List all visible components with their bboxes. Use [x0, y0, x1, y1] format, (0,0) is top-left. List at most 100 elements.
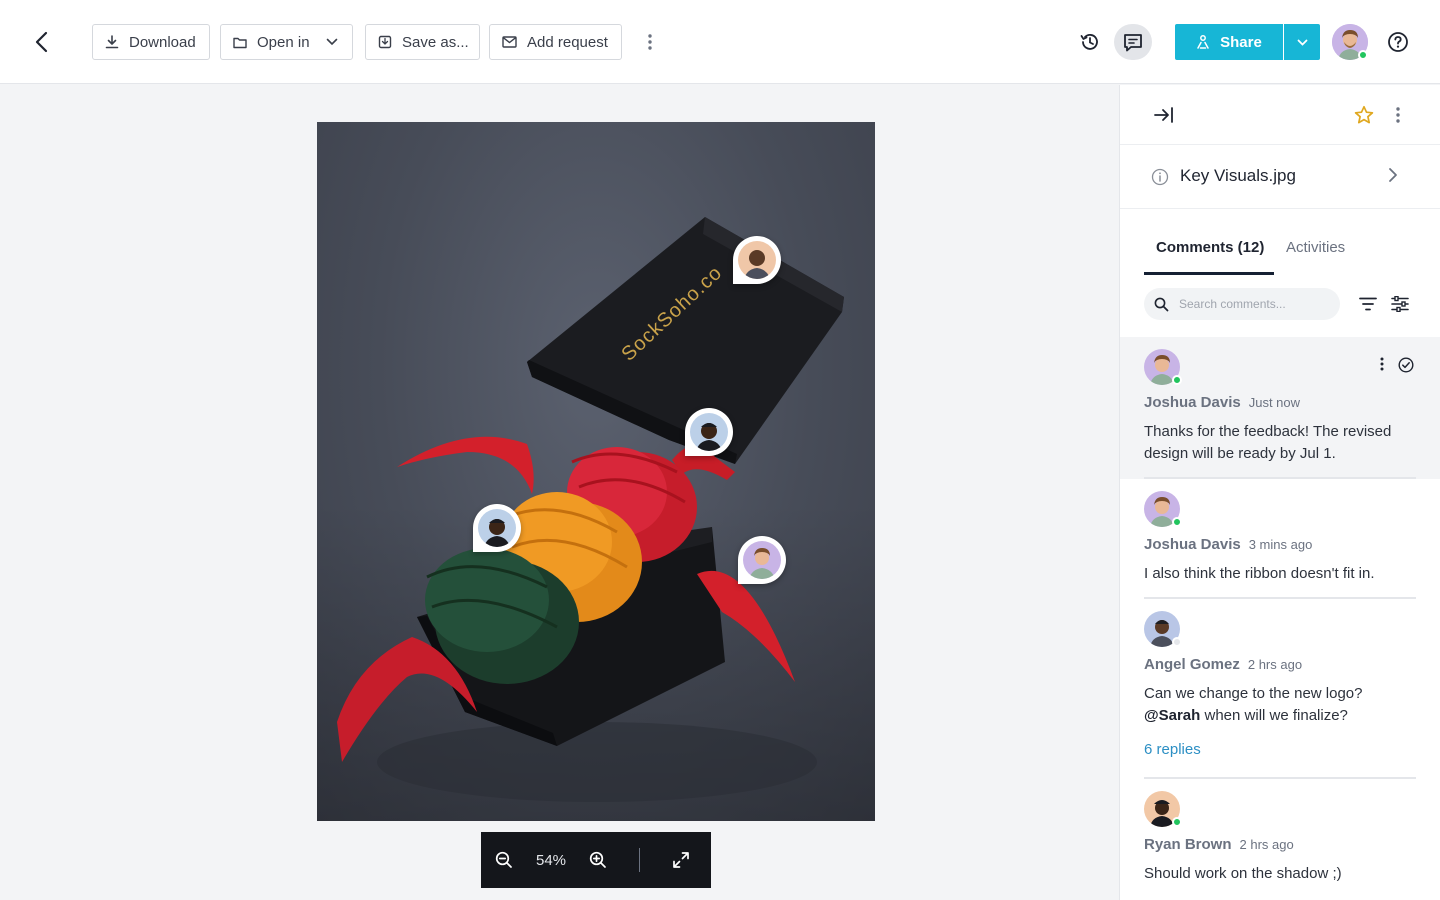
- resolve-comment-button[interactable]: [1398, 357, 1414, 373]
- online-status-dot: [1172, 817, 1182, 827]
- search-input[interactable]: [1179, 297, 1329, 311]
- mail-icon: [502, 36, 517, 48]
- chevron-down-icon: [326, 38, 337, 46]
- more-options-button[interactable]: [638, 30, 662, 54]
- save-icon: [378, 35, 392, 49]
- online-status-dot: [1172, 375, 1182, 385]
- zoom-in-icon: [589, 851, 606, 868]
- comments-panel: Key Visuals.jpg Comments (12) Activities: [1119, 85, 1440, 900]
- comment-time: 3 mins ago: [1248, 537, 1313, 552]
- comment-item[interactable]: Ryan Brown 2 hrs ago Should work on the …: [1120, 779, 1440, 899]
- download-label: Download: [129, 33, 196, 51]
- share-label: Share: [1220, 33, 1262, 51]
- comment-text-line: when will we finalize?: [1200, 707, 1348, 724]
- commenter-avatar[interactable]: [1144, 791, 1182, 827]
- sock-box-illustration: SockSoho.co: [317, 217, 875, 821]
- comment-time: 2 hrs ago: [1239, 837, 1294, 852]
- comment-author: Ryan Brown: [1144, 836, 1232, 853]
- open-in-dropdown[interactable]: Open in: [220, 24, 353, 60]
- panel-more-options-button[interactable]: [1386, 101, 1410, 129]
- comment-pin[interactable]: [733, 236, 781, 284]
- comment-text: Should work on the shadow ;): [1144, 865, 1342, 882]
- back-button[interactable]: [28, 28, 56, 56]
- comment-time: Just now: [1248, 395, 1301, 410]
- file-name: Key Visuals.jpg: [1180, 166, 1296, 185]
- collapse-panel-button[interactable]: [1150, 101, 1178, 129]
- history-icon: [1080, 34, 1098, 50]
- comment-item[interactable]: Joshua Davis Just now Thanks for the fee…: [1120, 337, 1440, 479]
- more-vertical-icon: [648, 34, 652, 50]
- offline-status-dot: [1172, 637, 1182, 647]
- comment-more-button[interactable]: [1380, 357, 1384, 373]
- chevron-down-icon: [1297, 39, 1307, 46]
- panel-tabs: Comments (12) Activities: [1120, 209, 1440, 275]
- comment-text: Thanks for the feedback! The revised des…: [1144, 423, 1392, 462]
- comment-author: Joshua Davis: [1144, 394, 1241, 411]
- mention[interactable]: @Sarah: [1144, 707, 1200, 724]
- sliders-icon: [1391, 296, 1409, 312]
- zoom-controls: 54%: [481, 832, 711, 888]
- comment-settings-button[interactable]: [1388, 292, 1412, 316]
- comment-author: Joshua Davis: [1144, 536, 1241, 553]
- zoom-out-button[interactable]: [481, 832, 527, 888]
- comment-pin[interactable]: [685, 408, 733, 456]
- panel-header: [1120, 85, 1440, 145]
- replies-link[interactable]: 6 replies: [1144, 741, 1201, 758]
- top-toolbar: Download Open in Save as... Add request …: [0, 0, 1440, 84]
- more-vertical-icon: [1380, 357, 1384, 371]
- share-options-dropdown[interactable]: [1284, 24, 1320, 60]
- tab-activities[interactable]: Activities: [1286, 239, 1345, 256]
- angel-gomez-avatar: [738, 241, 776, 279]
- comment-search-box[interactable]: [1144, 288, 1340, 320]
- online-status-dot: [1358, 50, 1368, 60]
- tab-comments[interactable]: Comments (12): [1156, 239, 1264, 256]
- favorite-button[interactable]: [1350, 101, 1378, 129]
- comment-text-line: Can we change to the new logo?: [1144, 685, 1363, 702]
- comment-pin[interactable]: [738, 536, 786, 584]
- comment-text: Can we change to the new logo? @Sarah wh…: [1144, 683, 1416, 727]
- fullscreen-button[interactable]: [658, 832, 704, 888]
- comment-icon: [1124, 33, 1142, 51]
- info-icon: [1151, 168, 1169, 186]
- file-info-row[interactable]: Key Visuals.jpg: [1120, 145, 1440, 209]
- comment-item[interactable]: Joshua Davis 3 mins ago I also think the…: [1120, 479, 1440, 599]
- chevron-right-icon: [1389, 168, 1397, 182]
- comment-time: 2 hrs ago: [1247, 657, 1303, 672]
- commenter-avatar[interactable]: [1144, 349, 1182, 385]
- comment-item[interactable]: Angel Gomez 2 hrs ago Can we change to t…: [1120, 599, 1440, 779]
- zoom-level: 54%: [535, 851, 567, 869]
- filter-icon: [1359, 297, 1377, 311]
- key-visual-image[interactable]: SockSoho.co: [317, 122, 875, 821]
- zoom-in-button[interactable]: [575, 832, 621, 888]
- comment-search-row: [1120, 275, 1440, 337]
- download-icon: [105, 35, 119, 49]
- save-as-button[interactable]: Save as...: [365, 24, 480, 60]
- search-icon: [1154, 297, 1169, 311]
- add-request-button[interactable]: Add request: [489, 24, 622, 60]
- download-button[interactable]: Download: [92, 24, 210, 60]
- zoom-divider: [639, 848, 640, 872]
- version-history-button[interactable]: [1072, 24, 1108, 60]
- chevron-left-icon: [35, 31, 48, 53]
- commenter-avatar[interactable]: [1144, 491, 1182, 527]
- image-canvas: SockSoho.co 54%: [0, 85, 1119, 900]
- zoom-out-icon: [495, 851, 512, 868]
- comment-pin[interactable]: [473, 504, 521, 552]
- comments-toggle-button[interactable]: [1114, 24, 1152, 60]
- commenter-avatar[interactable]: [1144, 611, 1182, 647]
- ryan-brown-avatar: [478, 509, 516, 547]
- star-icon: [1354, 105, 1374, 124]
- joshua-davis-avatar: [743, 541, 781, 579]
- share-people-icon: [1197, 35, 1209, 49]
- comment-author: Angel Gomez: [1144, 656, 1240, 673]
- help-button[interactable]: [1384, 28, 1412, 56]
- filter-button[interactable]: [1356, 292, 1380, 316]
- collapse-right-icon: [1154, 107, 1173, 123]
- save-as-label: Save as...: [402, 33, 469, 51]
- expand-icon: [673, 852, 689, 868]
- add-request-label: Add request: [527, 33, 608, 51]
- help-icon: [1388, 32, 1408, 52]
- folder-icon: [233, 37, 247, 48]
- comment-actions: [1380, 357, 1414, 373]
- share-button[interactable]: Share: [1175, 24, 1283, 60]
